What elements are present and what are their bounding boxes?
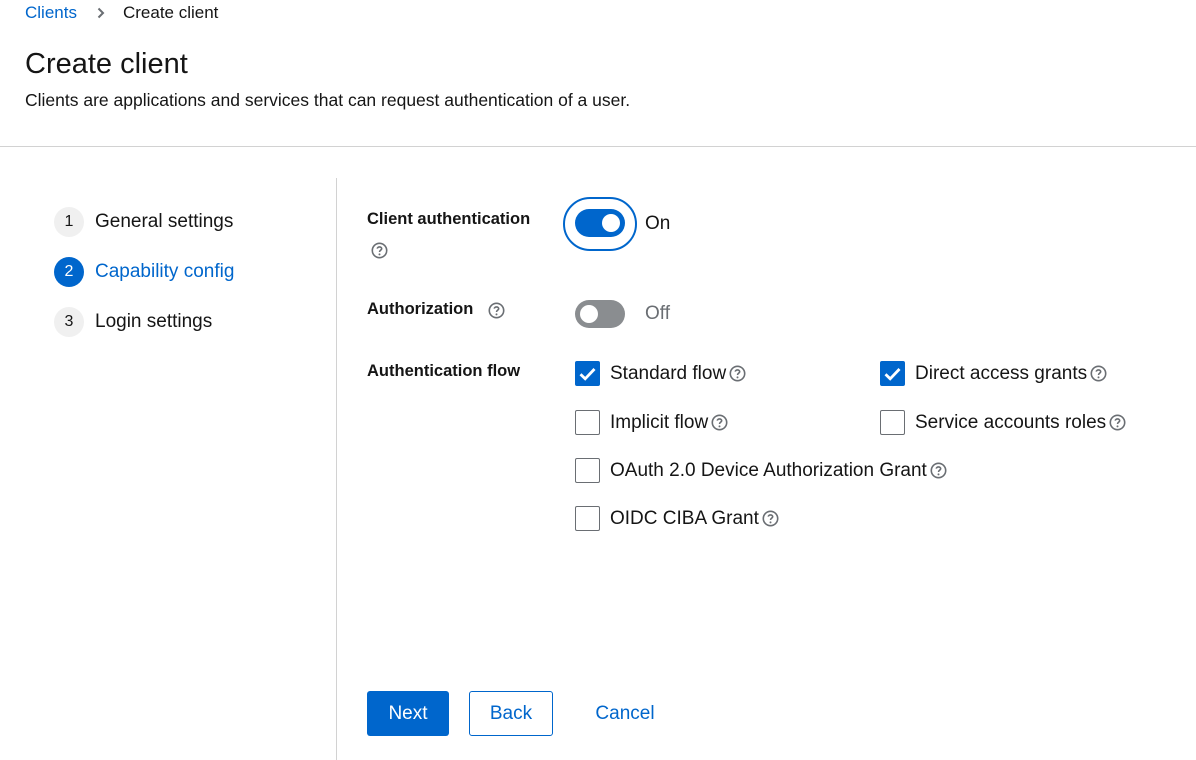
authorization-label: Authorization [367, 300, 473, 319]
page-description: Clients are applications and services th… [25, 90, 631, 110]
client-authentication-state: On [645, 213, 671, 234]
direct-access-grants-checkbox[interactable] [880, 361, 905, 386]
wizard-step-general-settings[interactable]: 1 General settings [54, 207, 234, 237]
direct-access-grants-label: Direct access grants [915, 362, 1088, 384]
question-circle-icon[interactable] [729, 365, 746, 382]
back-button[interactable]: Back [469, 691, 553, 736]
question-circle-icon[interactable] [488, 302, 505, 319]
step-number: 3 [54, 307, 84, 337]
client-authentication-label-text: Client authentication [367, 210, 531, 228]
breadcrumb: Clients Create client [25, 3, 218, 23]
authentication-flow-label: Authentication flow [367, 362, 520, 381]
cancel-button[interactable]: Cancel [580, 691, 670, 736]
standard-flow-checkbox-item[interactable]: Standard flow [575, 361, 746, 386]
question-circle-icon[interactable] [1109, 414, 1126, 431]
oidc-ciba-grant-label: OIDC CIBA Grant [610, 507, 759, 529]
wizard-nav: 1 General settings 2 Capability config 3… [54, 207, 234, 357]
breadcrumb-current: Create client [122, 3, 219, 22]
step-label: General settings [95, 211, 234, 232]
checkmark-icon [579, 367, 596, 381]
client-authentication-label: Client authentication [367, 210, 530, 229]
oidc-ciba-grant-checkbox-item[interactable]: OIDC CIBA Grant [575, 506, 779, 531]
switch-knob [580, 305, 598, 323]
standard-flow-label: Standard flow [610, 362, 727, 384]
question-circle-icon[interactable] [371, 242, 388, 259]
implicit-flow-label: Implicit flow [610, 411, 709, 433]
oauth-device-authorization-grant-checkbox[interactable] [575, 458, 600, 483]
oauth-device-authorization-grant-label: OAuth 2.0 Device Authorization Grant [610, 459, 927, 481]
question-circle-icon[interactable] [711, 414, 728, 431]
authorization-label-text: Authorization [367, 300, 474, 318]
page-title: Create client [25, 48, 188, 80]
breadcrumb-clients-link[interactable]: Clients [25, 3, 77, 23]
checkmark-icon [884, 367, 901, 381]
service-accounts-roles-checkbox[interactable] [880, 410, 905, 435]
authorization-switch[interactable] [575, 300, 625, 328]
vertical-divider [336, 178, 337, 760]
step-label: Capability config [95, 261, 235, 282]
authorization-state: Off [645, 303, 670, 324]
switch-knob [602, 214, 620, 232]
question-circle-icon[interactable] [762, 510, 779, 527]
direct-access-grants-checkbox-item[interactable]: Direct access grants [880, 361, 1107, 386]
step-number: 1 [54, 207, 84, 237]
chevron-right-icon [91, 3, 111, 23]
step-label: Login settings [95, 311, 213, 332]
oauth-device-authorization-grant-checkbox-item[interactable]: OAuth 2.0 Device Authorization Grant [575, 458, 947, 483]
wizard-step-capability-config[interactable]: 2 Capability config [54, 257, 234, 287]
implicit-flow-checkbox[interactable] [575, 410, 600, 435]
next-button[interactable]: Next [367, 691, 449, 736]
step-number: 2 [54, 257, 84, 287]
header-divider [0, 146, 1196, 147]
question-circle-icon[interactable] [1090, 365, 1107, 382]
service-accounts-roles-label: Service accounts roles [915, 411, 1107, 433]
authentication-flow-label-text: Authentication flow [367, 362, 521, 380]
service-accounts-roles-checkbox-item[interactable]: Service accounts roles [880, 410, 1126, 435]
question-circle-icon[interactable] [930, 462, 947, 479]
client-authentication-switch[interactable] [575, 209, 625, 237]
standard-flow-checkbox[interactable] [575, 361, 600, 386]
oidc-ciba-grant-checkbox[interactable] [575, 506, 600, 531]
wizard-step-login-settings[interactable]: 3 Login settings [54, 307, 234, 337]
implicit-flow-checkbox-item[interactable]: Implicit flow [575, 410, 728, 435]
